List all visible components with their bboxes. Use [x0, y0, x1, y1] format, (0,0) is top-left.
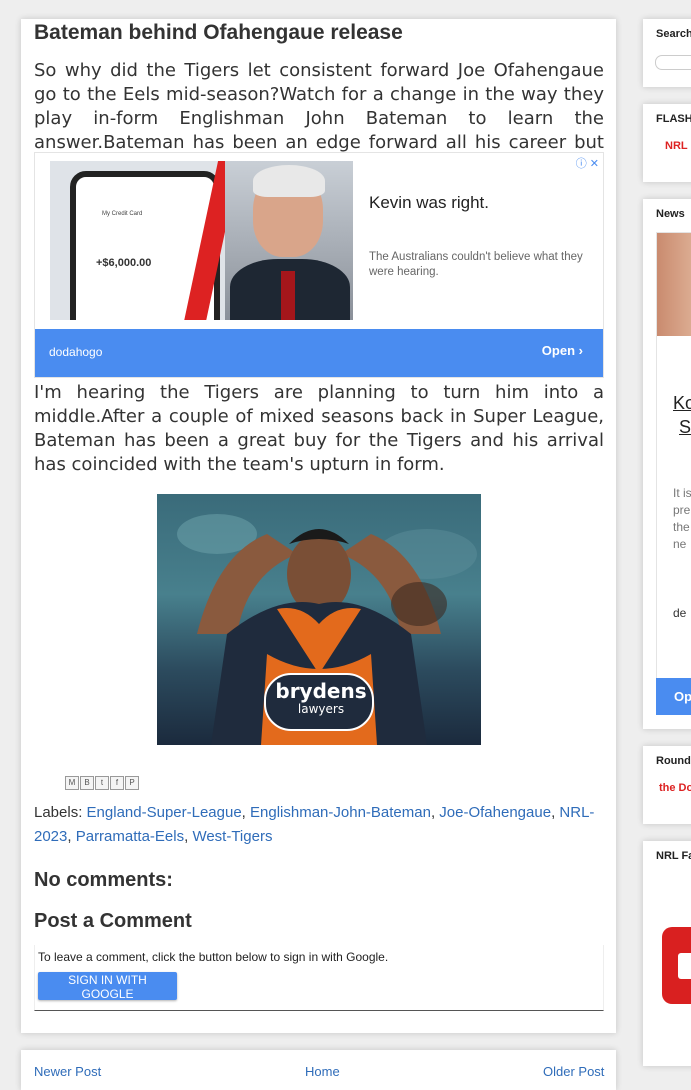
search-input[interactable] — [655, 55, 691, 70]
news-body-line: pre — [673, 503, 691, 517]
share-buttons: M B t f P — [65, 776, 139, 790]
email-share-icon[interactable]: M — [65, 776, 79, 790]
ad-headline[interactable]: Kevin was right. — [369, 193, 489, 213]
sign-in-google-button[interactable]: SIGN IN WITH GOOGLE — [38, 972, 177, 1001]
ad-unit[interactable]: ⓘ ✕ My Credit Card +$6,000.00 Kevin was … — [34, 152, 604, 378]
labels-prefix: Labels: — [34, 804, 83, 821]
newer-post-link[interactable]: Newer Post — [34, 1064, 101, 1079]
player-photo: brydens lawyers — [157, 494, 481, 745]
news-extra-text: de — [673, 606, 687, 620]
sponsor-logo-line1: brydens — [275, 679, 367, 703]
news-headline-2[interactable]: S — [679, 417, 691, 438]
search-widget-title: Search — [656, 28, 691, 40]
video-play-icon[interactable] — [662, 927, 691, 1004]
facebook-share-icon[interactable]: f — [110, 776, 124, 790]
ad-open-label: Open — [541, 343, 576, 358]
older-post-link[interactable]: Older Post — [543, 1064, 604, 1079]
news-widget-title: News — [656, 208, 685, 220]
phone-header: My Credit Card — [102, 211, 143, 217]
label-link[interactable]: Parramatta-Eels — [76, 828, 184, 845]
chevron-right-icon: › — [578, 343, 583, 358]
sidebar-search-widget: Search — [643, 19, 691, 87]
pager: Newer Post Home Older Post — [21, 1050, 616, 1090]
post-labels: Labels: England-Super-League, Englishman… — [34, 804, 595, 845]
news-open-bar[interactable]: Op — [656, 678, 691, 715]
label-link[interactable]: Joe-Ofahengaue — [439, 804, 551, 821]
ad-image[interactable]: My Credit Card +$6,000.00 — [50, 161, 353, 320]
news-open-label: Op — [674, 689, 691, 704]
twitter-share-icon[interactable]: t — [95, 776, 109, 790]
sidebar-news-widget: News Ko S It is pre the ne de Op — [643, 199, 691, 729]
blogger-share-icon[interactable]: B — [80, 776, 94, 790]
sidebar-fa-widget: NRL Fa — [643, 841, 691, 1066]
comment-form: To leave a comment, click the button bel… — [34, 945, 604, 1011]
phone-balance: +$6,000.00 — [96, 257, 152, 269]
label-link[interactable]: West-Tigers — [192, 828, 272, 845]
flash-widget-title: FLASH — [656, 113, 691, 125]
flash-item-link[interactable]: NRL — [665, 140, 688, 152]
post-comment-heading: Post a Comment — [34, 910, 192, 932]
news-body-line: It is — [673, 486, 691, 500]
adchoices-icon[interactable]: ⓘ ✕ — [576, 155, 599, 171]
news-ad-frame — [656, 232, 691, 715]
sponsor-logo-line2: lawyers — [297, 702, 345, 716]
news-headline-1[interactable]: Ko — [673, 393, 691, 414]
label-link[interactable]: Englishman-John-Bateman — [250, 804, 431, 821]
sidebar-flash-widget: FLASH NRL — [643, 104, 691, 182]
post-title: Bateman behind Ofahengaue release — [34, 21, 403, 44]
ad-cta-bar[interactable]: dodahogo Open › — [35, 329, 603, 377]
fa-widget-title: NRL Fa — [656, 850, 691, 862]
comment-note: To leave a comment, click the button bel… — [38, 950, 389, 964]
home-link[interactable]: Home — [305, 1064, 340, 1079]
news-body-line: the — [673, 520, 690, 534]
ad-open-button[interactable]: Open › — [542, 343, 583, 358]
ad-source: dodahogo — [49, 345, 103, 359]
ad-description: The Australians couldn't believe what th… — [369, 251, 583, 278]
post-card: Bateman behind Ofahengaue release So why… — [21, 19, 616, 1033]
label-link[interactable]: England-Super-League — [87, 804, 242, 821]
pinterest-share-icon[interactable]: P — [125, 776, 139, 790]
round-item-link[interactable]: the Do — [659, 782, 691, 794]
sidebar-round-widget: Round the Do — [643, 746, 691, 824]
comments-heading: No comments: — [34, 869, 173, 891]
post-paragraph-2: I'm hearing the Tigers are planning to t… — [34, 382, 604, 475]
news-body-line: ne — [673, 537, 687, 551]
round-widget-title: Round — [656, 755, 691, 767]
person-photo — [225, 161, 353, 320]
post-paragraph-1: So why did the Tigers let consistent for… — [34, 60, 604, 153]
